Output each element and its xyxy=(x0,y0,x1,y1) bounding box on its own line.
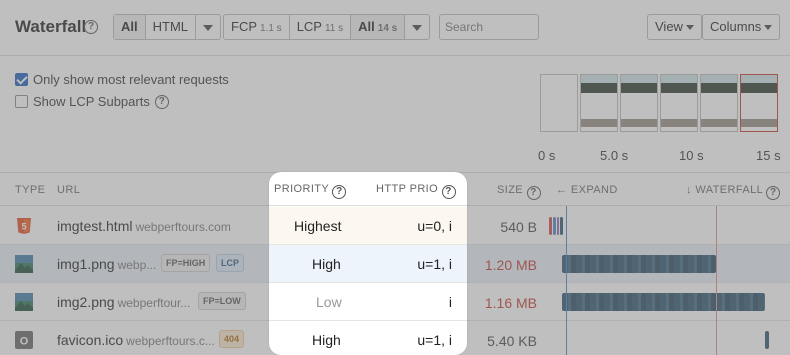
priority-columns-header: PRIORITY ? HTTP PRIO ? xyxy=(269,172,467,206)
http-prio-value: u=1, i xyxy=(417,332,452,348)
timing-filter-fcp[interactable]: FCP 1.1 s xyxy=(224,15,290,39)
relevant-requests-checkbox[interactable] xyxy=(15,73,28,86)
request-size: 540 B xyxy=(500,219,537,235)
type-filter-html[interactable]: HTML xyxy=(146,15,197,39)
image-icon xyxy=(15,293,33,311)
other-file-icon: O xyxy=(15,331,33,349)
filmstrip-frame[interactable] xyxy=(700,74,738,132)
column-header-url[interactable]: URL xyxy=(57,184,80,196)
filmstrip-frame[interactable] xyxy=(660,74,698,132)
timing-filter-dropdown[interactable] xyxy=(405,15,429,39)
chevron-down-icon xyxy=(764,25,773,31)
priority-columns-highlight: PRIORITY ? HTTP PRIO ? Highest u=0, i Hi… xyxy=(269,172,467,355)
timing-filter-lcp[interactable]: LCP 11 s xyxy=(290,15,352,39)
http-prio-value: u=1, i xyxy=(417,256,452,272)
waterfall-bar[interactable] xyxy=(765,331,769,349)
toolbar: Waterfall ? All HTML FCP 1.1 s LCP 11 s Al… xyxy=(0,0,790,56)
request-host: webp... xyxy=(117,258,157,272)
type-filter: All HTML xyxy=(113,14,222,40)
request-size: 5.40 KB xyxy=(487,333,537,349)
priority-row: Highest u=0, i xyxy=(269,207,467,245)
request-host: webperftours.c... xyxy=(126,334,215,348)
column-header-waterfall[interactable]: ↓ WATERFALL ? xyxy=(686,184,781,200)
columns-dropdown[interactable]: Columns xyxy=(702,14,781,40)
column-header-http-prio[interactable]: HTTP PRIO ? xyxy=(376,183,456,199)
waterfall-bar[interactable] xyxy=(549,217,552,235)
status-badge: 404 xyxy=(219,330,245,348)
lcp-subparts-checkbox[interactable] xyxy=(15,95,28,108)
relevant-requests-option[interactable]: Only show most relevant requests xyxy=(15,72,229,87)
filmstrip-time-label: 10 s xyxy=(679,148,704,163)
lcp-marker-line xyxy=(716,206,717,355)
lcp-badge: LCP xyxy=(216,254,244,272)
waterfall-bar[interactable] xyxy=(557,217,559,235)
help-icon[interactable]: ? xyxy=(332,185,347,199)
help-icon[interactable]: ? xyxy=(84,20,98,34)
priority-row: Low i xyxy=(269,283,467,321)
help-icon[interactable]: ? xyxy=(766,186,781,200)
filmstrip-frame[interactable] xyxy=(580,74,618,132)
column-header-size[interactable]: SIZE ? xyxy=(497,184,541,200)
column-header-priority[interactable]: PRIORITY ? xyxy=(274,183,347,199)
waterfall-bar[interactable] xyxy=(562,293,765,311)
column-header-type[interactable]: TYPE xyxy=(15,184,45,196)
priority-value: High xyxy=(312,332,341,348)
filmstrip-time-label: 0 s xyxy=(538,148,556,163)
request-host: webperftour... xyxy=(117,296,191,310)
priority-value: Low xyxy=(316,294,342,310)
type-filter-dropdown[interactable] xyxy=(196,15,220,39)
timing-filter-all[interactable]: All 14 s xyxy=(351,15,406,39)
filmstrip-frame[interactable] xyxy=(540,74,578,132)
request-url[interactable]: favicon.ico xyxy=(57,332,123,348)
request-size: 1.16 MB xyxy=(484,295,537,311)
request-host: webperftours.com xyxy=(135,220,231,234)
help-icon[interactable]: ? xyxy=(441,185,456,199)
waterfall-bar[interactable] xyxy=(560,217,563,235)
html5-icon: 5 xyxy=(17,218,31,234)
timing-filter: FCP 1.1 s LCP 11 s All 14 s xyxy=(223,14,431,40)
http-prio-value: u=0, i xyxy=(417,218,452,234)
expand-button[interactable]: ← EXPAND xyxy=(556,184,618,196)
request-url[interactable]: img1.png xyxy=(57,256,115,272)
waterfall-bar[interactable] xyxy=(553,217,556,235)
help-icon[interactable]: ? xyxy=(526,186,541,200)
search-input[interactable] xyxy=(439,14,539,40)
page-title: Waterfall xyxy=(15,17,87,36)
filmstrip-time-label: 5.0 s xyxy=(600,148,629,163)
fetch-priority-badge: FP=LOW xyxy=(198,292,246,310)
filmstrip-frame[interactable] xyxy=(620,74,658,132)
chevron-down-icon xyxy=(412,24,423,31)
request-url[interactable]: img2.png xyxy=(57,294,115,310)
view-dropdown[interactable]: View xyxy=(647,14,702,40)
priority-value: Highest xyxy=(294,218,342,234)
waterfall-bar[interactable] xyxy=(562,255,716,273)
svg-text:5: 5 xyxy=(21,222,26,232)
priority-row: High u=1, i xyxy=(269,245,467,283)
help-icon[interactable]: ? xyxy=(154,94,169,109)
priority-value: High xyxy=(312,256,341,272)
request-url[interactable]: imgtest.html xyxy=(57,218,132,234)
http-prio-value: i xyxy=(448,294,452,310)
filmstrip-time-label: 15 s xyxy=(756,148,781,163)
request-size: 1.20 MB xyxy=(484,257,537,273)
fcp-marker-line xyxy=(566,206,567,355)
filmstrip-frame-lcp[interactable] xyxy=(740,74,778,132)
fetch-priority-badge: FP=HIGH xyxy=(161,254,211,272)
svg-text:O: O xyxy=(20,336,29,348)
type-filter-all[interactable]: All xyxy=(114,15,146,39)
priority-row: High u=1, i xyxy=(269,321,467,355)
lcp-subparts-option[interactable]: Show LCP Subparts ? xyxy=(15,94,169,109)
chevron-down-icon xyxy=(203,24,214,31)
image-icon xyxy=(15,255,33,273)
chevron-down-icon xyxy=(685,25,694,31)
